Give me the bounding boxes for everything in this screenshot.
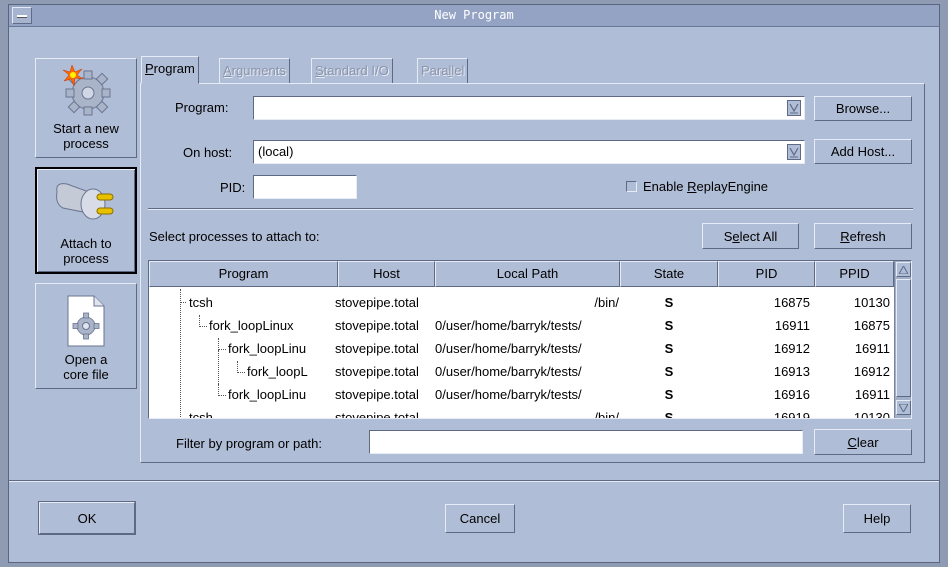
attach-label-2: process — [63, 251, 109, 266]
col-header-ppid[interactable]: PPID — [815, 261, 894, 287]
document-gear-icon — [67, 295, 105, 347]
tab-parallel-post: lel — [451, 63, 465, 78]
process-table[interactable]: Program Host Local Path State PID PPID t… — [148, 260, 912, 419]
tab-program[interactable]: Program — [141, 56, 199, 84]
cell-program: tcsh — [189, 295, 213, 310]
cell-program: fork_loopLinux — [209, 318, 294, 333]
gear-spark-icon — [62, 64, 111, 116]
ok-button[interactable]: OK — [39, 502, 135, 534]
col-header-host[interactable]: Host — [338, 261, 435, 287]
cell-path: 0/user/home/barryk/tests/ — [435, 341, 582, 356]
cell-pid: 16916 — [773, 387, 810, 402]
cell-state: S — [664, 295, 674, 310]
cell-state: S — [664, 364, 674, 379]
cell-host: stovepipe.total — [335, 364, 419, 379]
tab-program-post: rogram — [153, 61, 195, 76]
filter-input[interactable] — [369, 430, 803, 454]
tab-stdio-key: S — [315, 63, 324, 78]
cell-pid: 16911 — [774, 318, 810, 333]
scroll-up-arrow-icon[interactable] — [896, 262, 911, 277]
cell-path: 0/user/home/barryk/tests/ — [435, 364, 582, 379]
core-label-2: core file — [63, 367, 109, 382]
col-header-state[interactable]: State — [620, 261, 718, 287]
cell-state: S — [664, 410, 674, 419]
cell-pid: 16875 — [773, 295, 810, 310]
tab-arguments-key: A — [223, 63, 232, 78]
new-program-window: New Program Start a new process Attach t… — [8, 4, 940, 563]
cell-state: S — [664, 387, 674, 402]
cell-program: fork_loopLinu — [228, 341, 307, 356]
cell-pid: 16912 — [773, 341, 810, 356]
core-label-1: Open a — [64, 352, 108, 367]
cell-program: fork_loopL — [247, 364, 308, 379]
cell-path: 0/user/home/barryk/tests/ — [435, 387, 582, 402]
tab-arguments[interactable]: Arguments — [219, 58, 290, 84]
tab-parallel[interactable]: Parallel — [417, 58, 469, 84]
cell-ppid: 10130 — [853, 295, 890, 310]
cell-path: 0/user/home/barryk/tests/ — [435, 318, 582, 333]
col-header-pid[interactable]: PID — [718, 261, 815, 287]
open-core-file-button[interactable]: Open a core file — [35, 283, 137, 389]
cell-path: /bin/ — [594, 410, 619, 419]
window-menu-button[interactable] — [12, 7, 32, 24]
footer-separator — [9, 480, 939, 482]
cell-path: /bin/ — [594, 295, 619, 310]
cell-ppid: 16911 — [854, 341, 890, 356]
cell-ppid: 16911 — [854, 387, 890, 402]
table-row[interactable]: fork_loopLinu stovepipe.total 0/user/hom… — [149, 383, 894, 406]
cell-ppid: 16912 — [853, 364, 890, 379]
window-title: New Program — [434, 8, 514, 22]
tab-standard-io[interactable]: Standard I/O — [311, 58, 393, 84]
cancel-button[interactable]: Cancel — [445, 504, 515, 533]
clear-key: C — [847, 434, 857, 450]
start-new-label-2: process — [63, 136, 109, 151]
tab-arguments-post: rguments — [231, 63, 286, 78]
start-new-process-button[interactable]: Start a new process — [35, 58, 137, 158]
clear-post: lear — [856, 434, 879, 450]
cell-state: S — [664, 318, 674, 333]
cell-pid: 16919 — [773, 410, 810, 419]
cell-program: fork_loopLinu — [228, 387, 307, 402]
cell-ppid: 10130 — [853, 410, 890, 419]
help-button[interactable]: Help — [843, 504, 911, 533]
filter-label: Filter by program or path: — [176, 436, 322, 451]
cell-host: stovepipe.total — [335, 341, 419, 356]
table-row[interactable]: tcsh stovepipe.total /bin/ S 16919 10130 — [149, 406, 894, 419]
cell-state: S — [664, 341, 674, 356]
cell-program: tcsh — [189, 410, 213, 419]
cell-ppid: 16875 — [853, 318, 890, 333]
table-row[interactable]: fork_loopLinu stovepipe.total 0/user/hom… — [149, 337, 894, 360]
start-new-label-1: Start a new — [53, 121, 119, 136]
attach-label-1: Attach to — [60, 236, 112, 251]
col-header-program[interactable]: Program — [149, 261, 338, 287]
scroll-thumb[interactable] — [896, 279, 911, 397]
table-scrollbar[interactable] — [894, 261, 911, 418]
cell-host: stovepipe.total — [335, 295, 419, 310]
col-header-local-path[interactable]: Local Path — [435, 261, 620, 287]
table-row[interactable]: fork_loopLinux stovepipe.total 0/user/ho… — [149, 314, 894, 337]
tab-stdio-post: tandard I/O — [323, 63, 389, 78]
attach-to-process-button[interactable]: Attach to process — [35, 167, 137, 274]
table-header: Program Host Local Path State PID PPID — [149, 261, 894, 287]
cell-host: stovepipe.total — [335, 387, 419, 402]
plug-icon — [56, 183, 114, 220]
table-row[interactable]: fork_loopL stovepipe.total 0/user/home/b… — [149, 360, 894, 383]
cell-host: stovepipe.total — [335, 410, 419, 419]
cell-host: stovepipe.total — [335, 318, 419, 333]
title-bar[interactable]: New Program — [9, 5, 939, 27]
clear-button[interactable]: Clear — [814, 429, 912, 455]
cell-pid: 16913 — [773, 364, 810, 379]
table-row[interactable]: tcsh stovepipe.total /bin/ S 16875 10130 — [149, 291, 894, 314]
tab-parallel-pre: Para — [421, 63, 449, 78]
scroll-down-arrow-icon[interactable] — [896, 400, 911, 415]
tab-program-key: P — [145, 61, 154, 76]
